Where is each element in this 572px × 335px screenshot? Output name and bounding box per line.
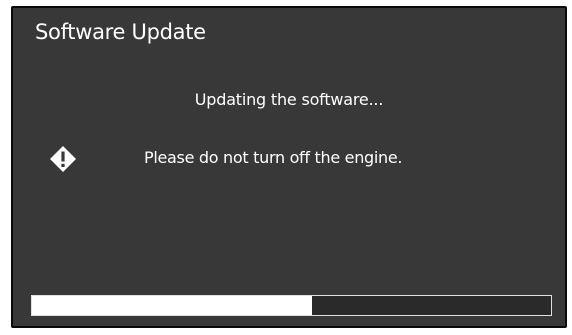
warning-message: Please do not turn off the engine. — [144, 148, 403, 167]
status-message: Updating the software... — [194, 90, 384, 109]
progress-bar-fill — [32, 296, 313, 315]
software-update-screen: Software Update Updating the software...… — [11, 6, 567, 328]
warning-diamond-icon — [50, 146, 76, 172]
dialog-title: Software Update — [35, 20, 206, 44]
progress-bar — [31, 295, 552, 316]
warning-row — [49, 145, 77, 173]
